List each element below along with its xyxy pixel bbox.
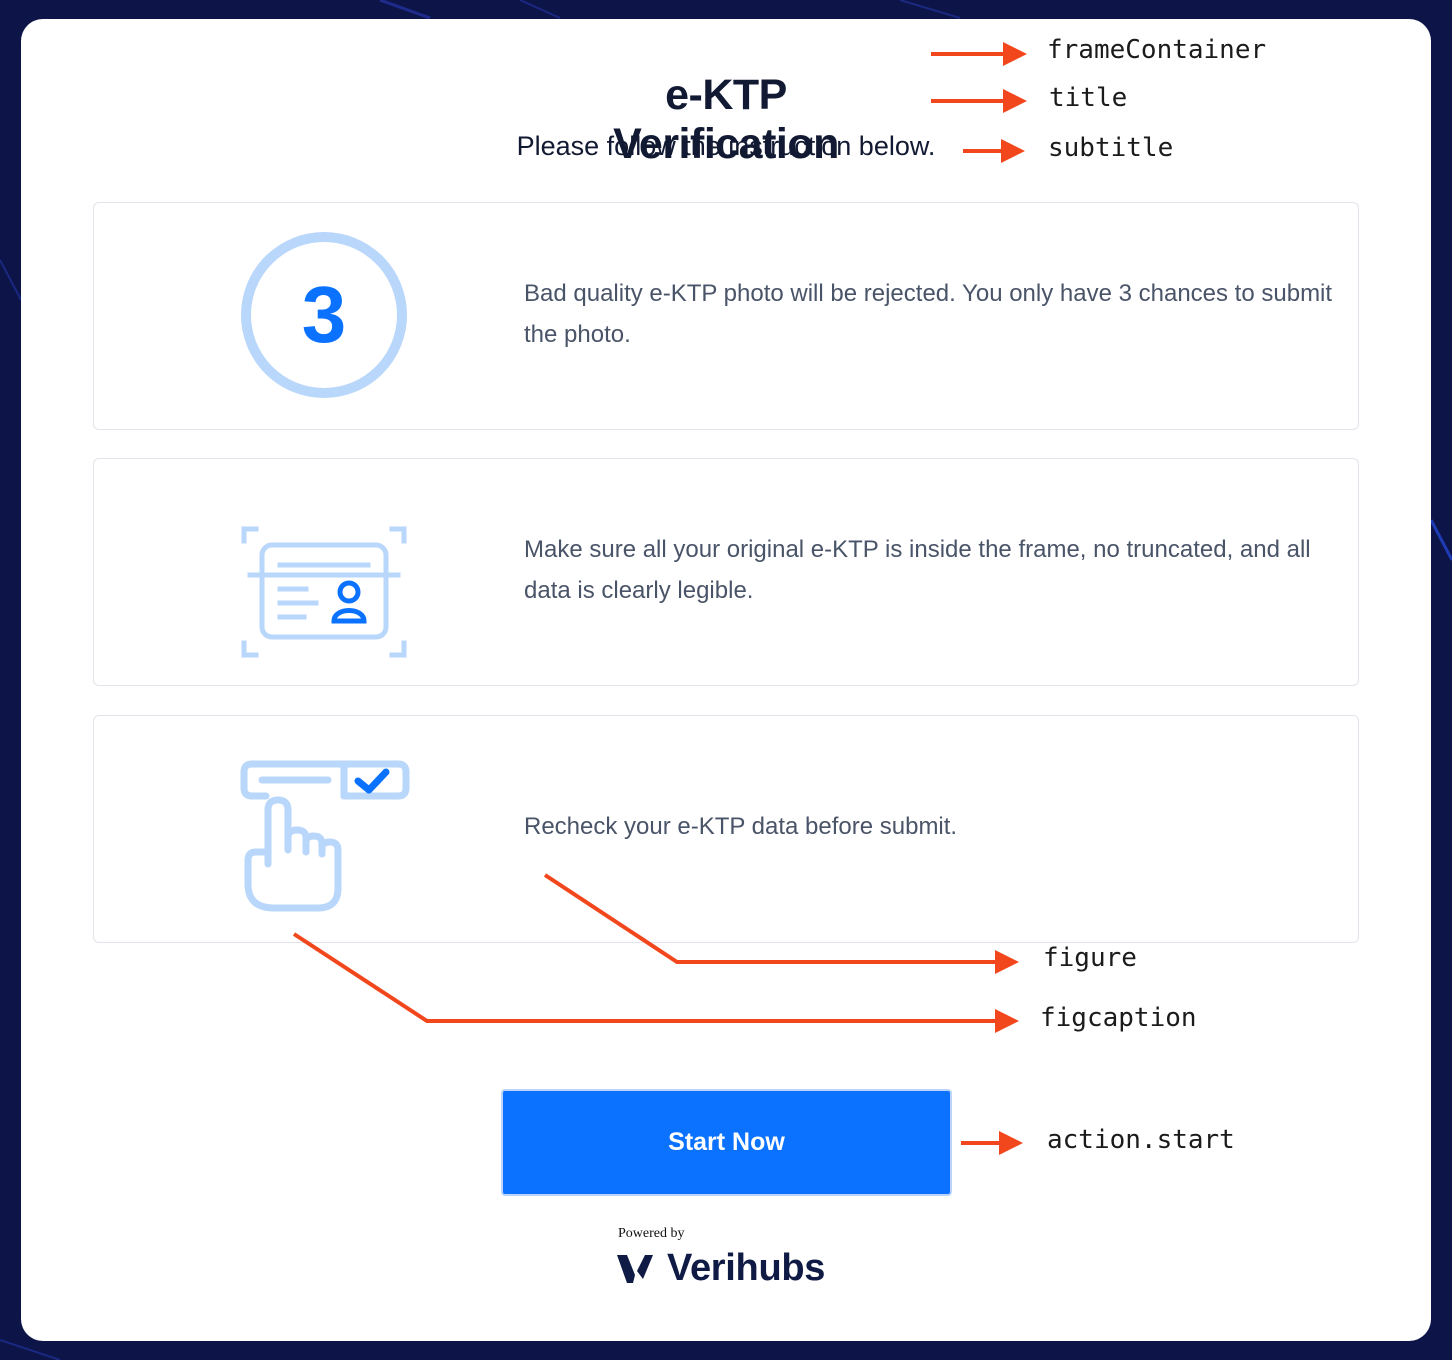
annotation-figcaption: figcaption (1040, 1003, 1197, 1033)
annotation-subtitle: subtitle (1048, 133, 1174, 163)
start-now-button[interactable]: Start Now (501, 1089, 952, 1196)
annotation-figure: figure (1043, 943, 1137, 973)
brand-logo: Verihubs (615, 1247, 825, 1290)
three-attempts-icon: 3 (241, 232, 407, 398)
powered-by-label: Powered by (618, 1226, 685, 1241)
figcaption: Recheck your e-KTP data before submit. (524, 813, 958, 840)
frame-container: e-KTP Verification Please follow the ins… (21, 19, 1431, 1341)
page-subtitle: Please follow the instruction below. (516, 131, 936, 161)
brand-name: Verihubs (667, 1247, 826, 1289)
id-card-frame-icon (241, 526, 407, 658)
instruction-card-attempts: 3 Bad quality e-KTP photo will be reject… (93, 202, 1359, 430)
figcaption: Make sure all your original e-KTP is ins… (524, 536, 1311, 604)
figure: 3 (234, 225, 414, 405)
figure (234, 481, 414, 661)
tap-check-icon (240, 760, 410, 912)
annotation-title: title (1049, 83, 1128, 113)
annotation-frame-container: frameContainer (1047, 35, 1267, 65)
instruction-card-frame: Make sure all your original e-KTP is ins… (93, 458, 1359, 686)
instruction-card-recheck: Recheck your e-KTP data before submit. (93, 715, 1359, 943)
figure (234, 738, 414, 918)
attempts-number: 3 (302, 270, 347, 359)
verihubs-logo-icon (617, 1254, 653, 1283)
figcaption: Bad quality e-KTP photo will be rejected… (524, 280, 1333, 348)
annotation-action-start: action.start (1047, 1125, 1235, 1155)
